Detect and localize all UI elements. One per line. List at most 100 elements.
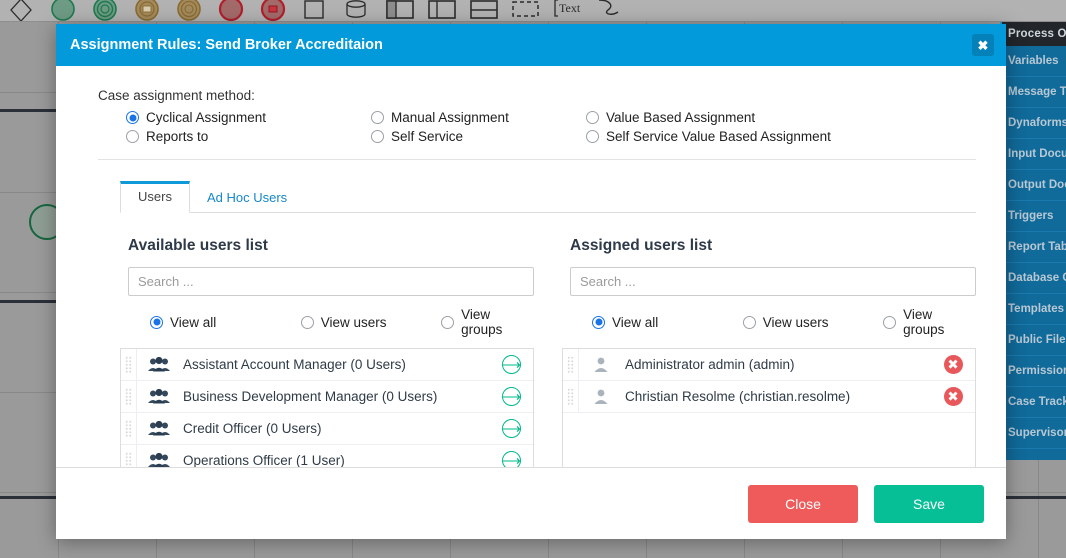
available-filter-radios: View all View users View groups bbox=[128, 307, 534, 337]
available-search-input[interactable] bbox=[128, 267, 534, 296]
radio-self-service-value-based-assignment[interactable]: Self Service Value Based Assignment bbox=[586, 129, 976, 144]
sidebar-item-message-types[interactable]: Message Ty bbox=[1002, 77, 1066, 108]
sidebar-item-permissions[interactable]: Permission bbox=[1002, 356, 1066, 387]
sidebar-item-case-tracker[interactable]: Case Track bbox=[1002, 387, 1066, 418]
connector-icon[interactable] bbox=[592, 0, 628, 21]
radio-label: View all bbox=[170, 314, 217, 330]
assigned-filter-radios: View all View users View groups bbox=[570, 307, 976, 337]
terminate-event-icon[interactable] bbox=[256, 0, 292, 21]
remove-icon[interactable]: ✖ bbox=[931, 387, 975, 406]
user-icon bbox=[579, 389, 623, 404]
available-users-title: Available users list bbox=[128, 237, 268, 254]
radio-self-service[interactable]: Self Service bbox=[371, 129, 586, 144]
close-icon[interactable]: ✖ bbox=[972, 34, 994, 56]
radio-cyclical-assignment[interactable]: Cyclical Assignment bbox=[126, 110, 371, 125]
assigned-users-pane: Assigned users list View all View users bbox=[562, 213, 976, 467]
assignment-rules-dialog: Assignment Rules: Send Broker Accreditai… bbox=[56, 24, 1006, 539]
radio-dot bbox=[126, 130, 139, 143]
assigned-users-list[interactable]: Administrator admin (admin) ✖ Christian … bbox=[562, 348, 976, 467]
sidebar-item-dynaforms[interactable]: Dynaforms bbox=[1002, 108, 1066, 139]
available-users-list[interactable]: Assistant Account Manager (0 Users) ⟶ Bu… bbox=[120, 348, 534, 467]
radio-reports-to[interactable]: Reports to bbox=[126, 129, 371, 144]
process-objects-sidebar[interactable]: Process Ob Variables Message Ty Dynaform… bbox=[1000, 22, 1066, 460]
list-item[interactable]: Administrator admin (admin) ✖ bbox=[563, 349, 975, 381]
filter-view-all[interactable]: View all bbox=[570, 307, 743, 337]
drag-handle-icon[interactable] bbox=[563, 349, 579, 380]
radio-label: View groups bbox=[903, 307, 945, 337]
intermediate-event-icon[interactable] bbox=[88, 0, 124, 21]
drag-handle-icon[interactable] bbox=[121, 349, 137, 380]
start-event-icon[interactable] bbox=[46, 0, 82, 21]
assigned-search-input[interactable] bbox=[570, 267, 976, 296]
tab-ad-hoc-users[interactable]: Ad Hoc Users bbox=[190, 183, 304, 213]
sidebar-item-output-documents[interactable]: Output Doc bbox=[1002, 170, 1066, 201]
list-item[interactable]: Credit Officer (0 Users) ⟶ bbox=[121, 413, 533, 445]
user-icon bbox=[579, 357, 623, 372]
pool-icon[interactable] bbox=[424, 0, 460, 21]
drag-handle-icon[interactable] bbox=[563, 381, 579, 412]
sidebar-header: Process Ob bbox=[1002, 22, 1066, 46]
list-item-label: Assistant Account Manager (0 Users) bbox=[183, 357, 406, 372]
lane-icon[interactable] bbox=[466, 0, 502, 21]
sidebar-item-variables[interactable]: Variables bbox=[1002, 46, 1066, 77]
radio-value-based-assignment[interactable]: Value Based Assignment bbox=[586, 110, 976, 125]
tab-users[interactable]: Users bbox=[120, 181, 190, 213]
radio-manual-assignment[interactable]: Manual Assignment bbox=[371, 110, 586, 125]
sidebar-item-templates[interactable]: Templates bbox=[1002, 294, 1066, 325]
radio-dot bbox=[441, 315, 455, 329]
application-root: Text Process Ob Variables Message Ty Dyn… bbox=[0, 0, 1066, 558]
sub-process-icon[interactable] bbox=[382, 0, 418, 21]
radio-label: View groups bbox=[461, 307, 503, 337]
add-icon[interactable]: ⟶ bbox=[489, 355, 533, 374]
radio-label: Reports to bbox=[146, 129, 209, 144]
available-users-pane: Available users list View all View users bbox=[120, 213, 534, 467]
filter-view-users[interactable]: View users bbox=[300, 307, 441, 337]
radio-dot bbox=[586, 111, 599, 124]
data-store-icon[interactable] bbox=[340, 0, 376, 21]
add-icon[interactable]: ⟶ bbox=[489, 419, 533, 438]
list-item[interactable]: Christian Resolme (christian.resolme) ✖ bbox=[563, 381, 975, 413]
close-button[interactable]: Close bbox=[748, 484, 858, 523]
radio-dot bbox=[592, 315, 605, 329]
radio-dot bbox=[126, 111, 139, 124]
filter-view-groups[interactable]: View groups bbox=[441, 307, 534, 337]
drag-handle-icon[interactable] bbox=[121, 445, 137, 467]
sidebar-item-report-tables[interactable]: Report Tab bbox=[1002, 232, 1066, 263]
sidebar-item-triggers[interactable]: Triggers bbox=[1002, 201, 1066, 232]
timer-event-icon[interactable] bbox=[172, 0, 208, 21]
add-icon[interactable]: ⟶ bbox=[489, 387, 533, 406]
filter-view-users[interactable]: View users bbox=[742, 307, 883, 337]
gateway-diamond-icon[interactable] bbox=[4, 0, 40, 21]
dialog-title: Assignment Rules: Send Broker Accreditai… bbox=[70, 37, 383, 53]
radio-dot bbox=[300, 315, 314, 329]
list-item[interactable]: Assistant Account Manager (0 Users) ⟶ bbox=[121, 349, 533, 381]
list-item[interactable]: Operations Officer (1 User) ⟶ bbox=[121, 445, 533, 467]
svg-text:Text: Text bbox=[559, 1, 581, 15]
radio-dot bbox=[150, 315, 163, 329]
drag-handle-icon[interactable] bbox=[121, 413, 137, 444]
list-item-label: Administrator admin (admin) bbox=[625, 357, 795, 372]
list-item-label: Business Development Manager (0 Users) bbox=[183, 389, 438, 404]
drag-handle-icon[interactable] bbox=[121, 381, 137, 412]
filter-view-all[interactable]: View all bbox=[128, 307, 301, 337]
users-transfer-panes: Available users list View all View users bbox=[56, 213, 1006, 467]
assigned-users-title: Assigned users list bbox=[570, 237, 713, 254]
list-item[interactable]: Business Development Manager (0 Users) ⟶ bbox=[121, 381, 533, 413]
sidebar-item-database-connections[interactable]: Database C bbox=[1002, 263, 1066, 294]
sidebar-item-input-documents[interactable]: Input Docu bbox=[1002, 139, 1066, 170]
sidebar-items: Variables Message Ty Dynaforms Input Doc… bbox=[1002, 46, 1066, 449]
shapes-toolbar[interactable]: Text bbox=[0, 0, 1066, 22]
task-icon[interactable] bbox=[298, 0, 334, 21]
add-icon[interactable]: ⟶ bbox=[489, 451, 533, 467]
radio-dot bbox=[586, 130, 599, 143]
end-event-icon[interactable] bbox=[214, 0, 250, 21]
message-event-icon[interactable] bbox=[130, 0, 166, 21]
remove-icon[interactable]: ✖ bbox=[931, 355, 975, 374]
group-icon[interactable] bbox=[508, 0, 544, 21]
text-annotation-icon[interactable]: Text bbox=[550, 0, 586, 21]
radio-label: Value Based Assignment bbox=[606, 110, 756, 125]
sidebar-item-public-files[interactable]: Public Files bbox=[1002, 325, 1066, 356]
save-button[interactable]: Save bbox=[874, 484, 984, 523]
sidebar-item-supervisor[interactable]: Supervisor bbox=[1002, 418, 1066, 449]
filter-view-groups[interactable]: View groups bbox=[883, 307, 976, 337]
